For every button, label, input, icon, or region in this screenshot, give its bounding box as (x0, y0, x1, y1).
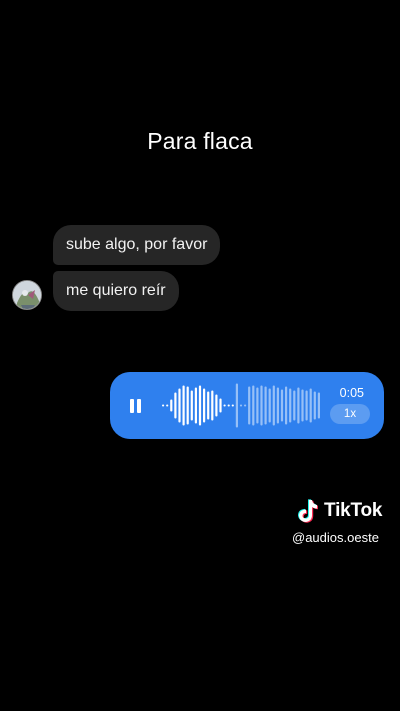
waveform-bar (190, 390, 193, 421)
waveform-bar (203, 388, 206, 423)
waveform-bar (207, 391, 210, 420)
waveform-bar (211, 390, 214, 421)
waveform-bar (309, 388, 312, 423)
tiktok-brand: TikTok (324, 500, 383, 521)
avatar[interactable] (12, 280, 42, 310)
waveform-bar (289, 388, 292, 423)
waveform-bar (186, 386, 189, 425)
waveform-bar (297, 387, 300, 424)
waveform-bar (223, 404, 226, 407)
creator-handle: @audios.oeste (292, 530, 379, 545)
waveform-bar (219, 398, 222, 413)
waveform-bar (252, 385, 255, 426)
audio-waveform[interactable] (160, 372, 324, 439)
waveform-bar (264, 386, 267, 425)
waveform-bar (268, 388, 271, 423)
waveform-bar (166, 404, 169, 407)
waveform-bar (170, 399, 173, 412)
profile-avatar-icon (13, 281, 41, 309)
waveform-bar (231, 404, 234, 407)
message-text: sube algo, por favor (66, 236, 208, 253)
waveform-bar (256, 387, 259, 424)
waveform-bar (178, 388, 181, 423)
message-text: me quiero reír (66, 282, 166, 299)
pause-icon[interactable] (130, 399, 142, 413)
waveform-bar (239, 404, 243, 407)
playback-speed-button[interactable]: 1x (330, 404, 370, 424)
waveform-bar (194, 387, 197, 424)
voice-duration: 0:05 (339, 386, 364, 400)
received-message[interactable]: sube algo, por favor (53, 225, 221, 265)
video-caption: Para flaca (147, 128, 253, 154)
waveform-bar (260, 385, 263, 426)
waveform-bar (235, 383, 238, 428)
waveform-bar (198, 385, 202, 426)
waveform-bar (317, 392, 320, 419)
tiktok-logo-icon (298, 499, 318, 523)
waveform-bar (272, 385, 275, 426)
waveform-bar (313, 391, 316, 420)
waveform-bar (227, 404, 230, 407)
waveform-bar (162, 404, 165, 407)
waveform-bar (248, 386, 251, 425)
waveform-bar (182, 385, 185, 426)
waveform-bar (285, 386, 288, 425)
waveform-bar (305, 390, 308, 421)
waveform-bar (174, 392, 177, 419)
waveform-bar (280, 389, 284, 422)
waveform-bar (276, 387, 279, 424)
waveform-bar (215, 394, 218, 417)
waveform-bar (293, 390, 296, 421)
waveform-bar (244, 404, 247, 407)
received-message[interactable]: me quiero reír (53, 271, 179, 311)
waveform-bar (301, 389, 304, 422)
voice-message[interactable]: 0:05 1x (110, 372, 384, 439)
